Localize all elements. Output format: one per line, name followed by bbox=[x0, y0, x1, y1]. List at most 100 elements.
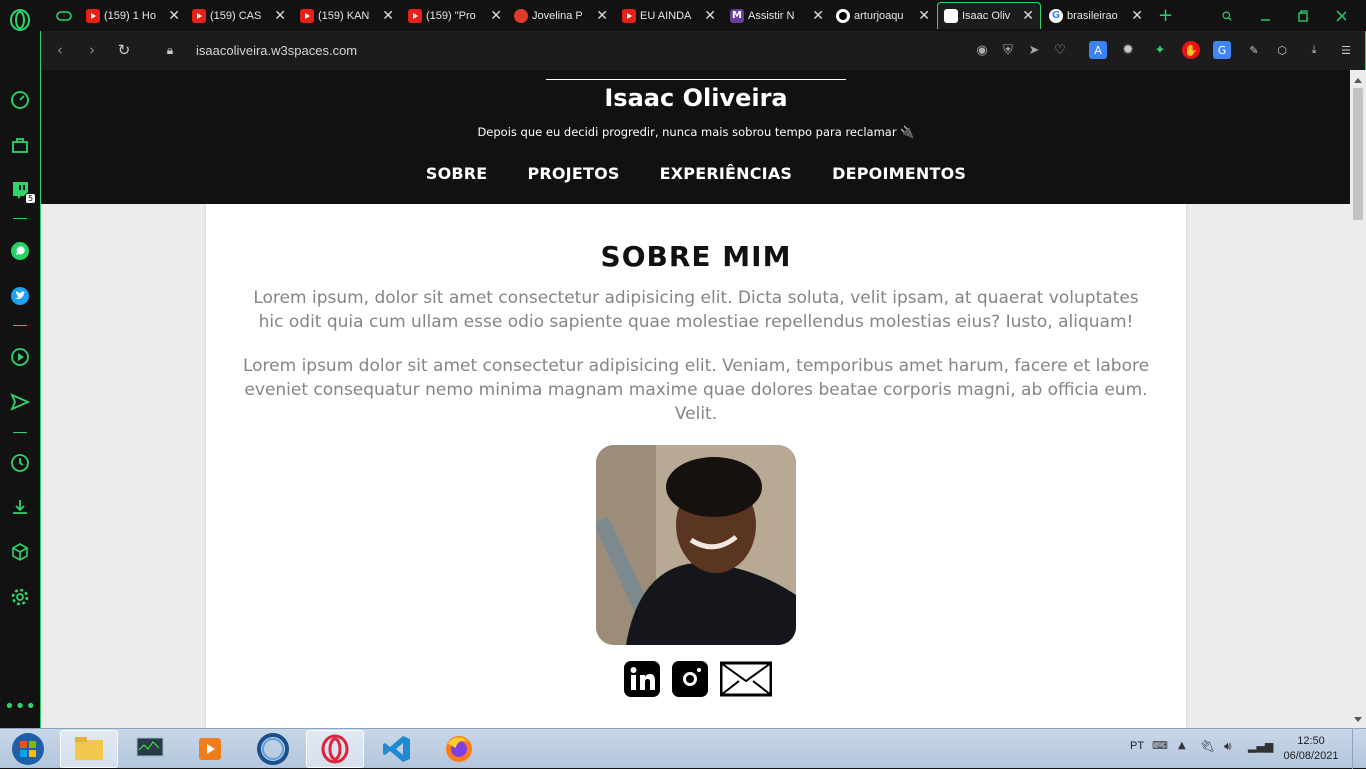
power-icon[interactable]: 🔌︎ bbox=[1200, 739, 1215, 753]
tab-youtube-1[interactable]: (159) 1 Ho ✕ bbox=[80, 2, 186, 29]
keyboard-icon[interactable]: ⌨ bbox=[1152, 739, 1168, 752]
tab-title: Jovelina P bbox=[532, 9, 583, 22]
share-send-icon[interactable]: ➤ bbox=[1025, 41, 1043, 59]
shopping-bag-icon[interactable] bbox=[8, 133, 32, 157]
tab-youtube-4[interactable]: (159) "Pro ✕ bbox=[402, 2, 508, 29]
scroll-up-icon[interactable] bbox=[1354, 78, 1362, 83]
tab-title: brasileirao bbox=[1067, 9, 1118, 22]
whatsapp-icon[interactable] bbox=[8, 239, 32, 263]
tab-search-icon[interactable] bbox=[1216, 2, 1238, 29]
more-options-icon[interactable]: ••• bbox=[4, 695, 36, 719]
twitch-icon[interactable]: 5 bbox=[8, 178, 36, 203]
media-player-icon[interactable] bbox=[182, 730, 240, 768]
close-tab-icon[interactable]: ✕ bbox=[168, 8, 180, 24]
volume-icon[interactable]: 🔊︎ bbox=[1224, 739, 1232, 754]
circle-app-icon[interactable] bbox=[244, 730, 302, 768]
downloads-icon[interactable] bbox=[8, 495, 32, 519]
tab-youtube-5[interactable]: EU AINDA ✕ bbox=[616, 2, 722, 29]
language-indicator[interactable]: PT bbox=[1130, 740, 1144, 752]
scroll-thumb[interactable] bbox=[1353, 88, 1363, 220]
profile-photo bbox=[596, 445, 796, 645]
page-icon bbox=[944, 9, 958, 23]
nav-link-sobre[interactable]: SOBRE bbox=[426, 164, 488, 183]
tab-jovelina[interactable]: Jovelina P ✕ bbox=[508, 2, 614, 29]
start-button[interactable] bbox=[0, 730, 56, 768]
email-icon[interactable] bbox=[720, 661, 772, 697]
vscode-icon[interactable] bbox=[368, 730, 426, 768]
system-clock[interactable]: 12:50 06/08/2021 bbox=[1276, 734, 1346, 764]
close-tab-icon[interactable]: ✕ bbox=[274, 8, 286, 24]
extensions-cube-icon[interactable] bbox=[8, 540, 32, 564]
shield-icon[interactable]: ⛨ bbox=[999, 41, 1017, 59]
page-scrollbar[interactable] bbox=[1350, 70, 1366, 728]
speed-dial-icon[interactable] bbox=[8, 88, 32, 112]
close-tab-icon[interactable]: ✕ bbox=[490, 8, 502, 24]
download-icon[interactable]: ⤓ bbox=[1305, 41, 1323, 59]
instagram-icon[interactable] bbox=[672, 661, 708, 697]
close-tab-icon[interactable]: ✕ bbox=[704, 8, 716, 24]
google-translate-icon[interactable]: G bbox=[1213, 41, 1231, 59]
forward-arrow-icon[interactable]: › bbox=[83, 41, 101, 59]
close-tab-icon[interactable]: ✕ bbox=[382, 8, 394, 24]
cube-extension-icon[interactable]: ⬡ bbox=[1273, 41, 1291, 59]
main-nav: SOBRE PROJETOS EXPERIÊNCIAS DEPOIMENTOS bbox=[41, 164, 1350, 183]
close-tab-icon[interactable]: ✕ bbox=[918, 8, 930, 24]
tab-title: (159) "Pro bbox=[426, 9, 476, 22]
clock-time: 12:50 bbox=[1297, 735, 1325, 747]
show-hidden-icons-icon[interactable]: ▲ bbox=[1178, 740, 1186, 751]
adblock-extension-icon[interactable]: ✋ bbox=[1182, 41, 1200, 59]
heart-icon[interactable]: ♡ bbox=[1051, 41, 1069, 59]
file-explorer-icon[interactable] bbox=[60, 730, 118, 768]
tab-title: Assistir N bbox=[748, 9, 795, 22]
tab-google[interactable]: Gbrasileirao ✕ bbox=[1043, 2, 1149, 29]
site-tagline: Depois que eu decidi progredir, nunca ma… bbox=[477, 125, 915, 139]
show-desktop-button[interactable] bbox=[1352, 729, 1366, 769]
close-tab-icon[interactable]: ✕ bbox=[812, 8, 824, 24]
back-arrow-icon[interactable]: ‹ bbox=[51, 41, 69, 59]
tab-isaac-oliveira[interactable]: Isaac Oliv ✕ bbox=[937, 2, 1041, 29]
close-tab-icon[interactable]: ✕ bbox=[1131, 8, 1143, 24]
restore-icon[interactable] bbox=[1292, 2, 1314, 29]
close-window-icon[interactable] bbox=[1330, 2, 1352, 29]
nav-link-experiencias[interactable]: EXPERIÊNCIAS bbox=[660, 164, 793, 183]
pen-extension-icon[interactable]: ✎ bbox=[1245, 41, 1263, 59]
new-tab-button[interactable]: + bbox=[1152, 2, 1174, 29]
clock-date: 06/08/2021 bbox=[1283, 750, 1339, 762]
translate-extension-icon[interactable]: A bbox=[1089, 41, 1107, 59]
camera-icon[interactable]: ◉ bbox=[973, 41, 991, 59]
history-icon[interactable] bbox=[8, 451, 32, 475]
nav-link-projetos[interactable]: PROJETOS bbox=[527, 164, 619, 183]
send-icon[interactable] bbox=[8, 390, 32, 414]
youtube-icon bbox=[86, 8, 100, 23]
network-signal-icon[interactable]: ▂▄▆ bbox=[1248, 740, 1273, 753]
linkedin-icon[interactable] bbox=[624, 661, 660, 697]
twitter-icon[interactable] bbox=[8, 284, 32, 308]
opera-browser-icon[interactable] bbox=[306, 730, 364, 768]
reload-icon[interactable]: ↻ bbox=[115, 41, 133, 59]
close-tab-icon[interactable]: ✕ bbox=[596, 8, 608, 24]
tab-youtube-2[interactable]: (159) CAS ✕ bbox=[186, 2, 292, 29]
tab-assistir[interactable]: M Assistir N ✕ bbox=[724, 2, 830, 29]
firefox-icon[interactable] bbox=[430, 730, 488, 768]
tab-youtube-3[interactable]: (159) KAN ✕ bbox=[294, 2, 400, 29]
gamepad-icon[interactable] bbox=[50, 2, 80, 29]
task-manager-icon[interactable] bbox=[121, 730, 179, 768]
close-tab-icon[interactable]: ✕ bbox=[1022, 8, 1034, 24]
gear-extension-icon[interactable]: ✹ bbox=[1119, 41, 1137, 59]
tab-github[interactable]: arturjoaqu ✕ bbox=[830, 2, 936, 29]
opera-menu-icon[interactable] bbox=[8, 8, 32, 32]
youtube-icon bbox=[622, 8, 636, 23]
settings-gear-icon[interactable] bbox=[8, 585, 32, 609]
nav-link-depoimentos[interactable]: DEPOIMENTOS bbox=[832, 164, 966, 183]
minimize-icon[interactable] bbox=[1254, 2, 1276, 29]
url-field[interactable]: isaacoliveira.w3spaces.com bbox=[196, 43, 357, 58]
tab-title: arturjoaqu bbox=[854, 9, 904, 22]
scroll-down-icon[interactable] bbox=[1354, 717, 1362, 722]
easy-setup-icon[interactable]: ☰ bbox=[1337, 41, 1355, 59]
header-divider bbox=[546, 79, 846, 80]
about-section: SOBRE MIM Lorem ipsum, dolor sit amet co… bbox=[206, 204, 1186, 728]
player-icon[interactable] bbox=[8, 345, 32, 369]
sidebar-divider bbox=[13, 432, 27, 433]
lock-icon[interactable]: 🔒︎ bbox=[161, 41, 179, 59]
bird-extension-icon[interactable]: ✦ bbox=[1151, 41, 1169, 59]
